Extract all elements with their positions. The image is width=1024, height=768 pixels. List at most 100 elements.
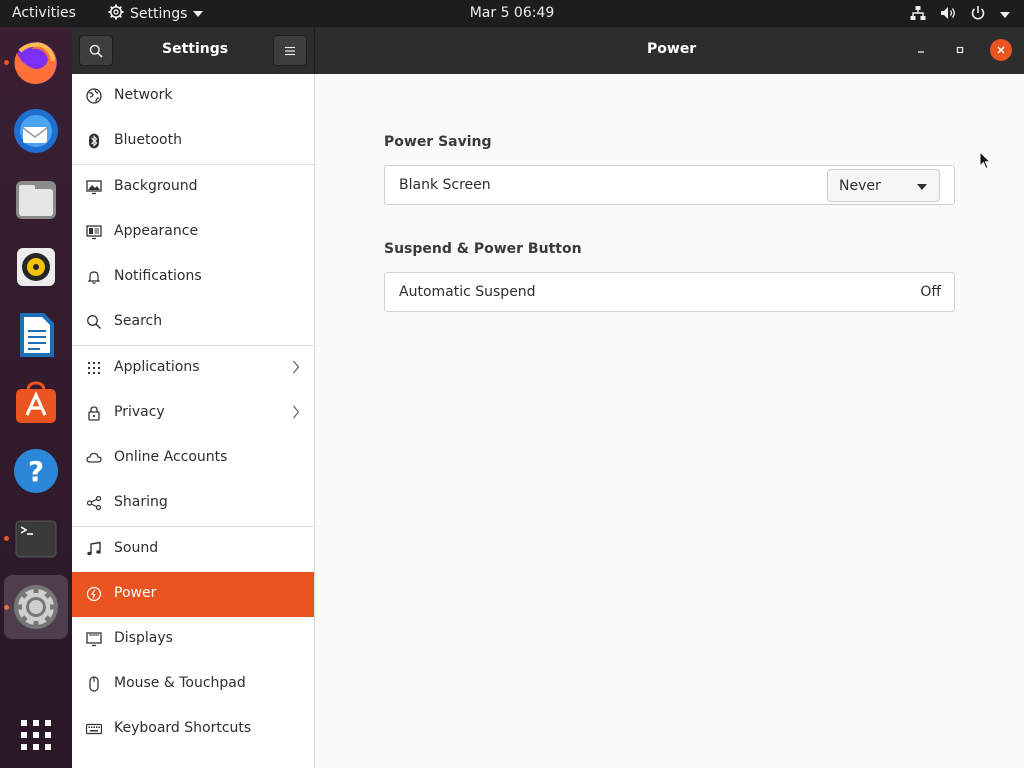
section-title-power-saving: Power Saving [384, 134, 492, 150]
header-bar: Settings Power [72, 27, 1024, 74]
dock: ? [0, 27, 72, 768]
sidebar-item-sharing[interactable]: Sharing [72, 481, 314, 526]
chevron-right-icon [292, 404, 300, 424]
sidebar-item-label: Sound [114, 540, 159, 556]
system-tray[interactable] [910, 5, 1010, 25]
sidebar-item-bluetooth[interactable]: Bluetooth [72, 119, 314, 164]
network-icon [85, 87, 103, 105]
apps-icon [85, 359, 103, 377]
sidebar-item-background[interactable]: Background [72, 165, 314, 210]
close-button[interactable] [990, 39, 1012, 61]
sidebar-item-online-accounts[interactable]: Online Accounts [72, 436, 314, 481]
show-apps-button[interactable] [8, 707, 64, 763]
sidebar-item-keyboard-shortcuts[interactable]: Keyboard Shortcuts [72, 707, 314, 752]
sidebar-item-label: Keyboard Shortcuts [114, 720, 252, 736]
files-launcher[interactable] [8, 171, 64, 227]
terminal-launcher[interactable] [8, 511, 64, 567]
mouse-cursor-icon [979, 150, 993, 175]
page-title: Power [647, 41, 697, 57]
writer-launcher[interactable] [8, 307, 64, 363]
sidebar-item-notifications[interactable]: Notifications [72, 255, 314, 300]
minimize-icon [918, 51, 924, 53]
sidebar-item-label: Background [114, 178, 198, 194]
chevron-right-icon [292, 359, 300, 379]
sidebar-item-applications[interactable]: Applications [72, 346, 314, 391]
top-bar: Activities Settings Mar 5 06:49 [0, 0, 1024, 27]
help-launcher[interactable]: ? [8, 443, 64, 499]
automatic-suspend-value: Off [920, 284, 941, 300]
menu-button[interactable] [273, 35, 307, 66]
search-icon [89, 44, 103, 58]
sidebar-item-label: Bluetooth [114, 132, 182, 148]
sidebar-item-label: Privacy [114, 404, 165, 420]
power-icon [85, 585, 103, 603]
keyboard-icon [85, 720, 103, 738]
automatic-suspend-row[interactable]: Automatic Suspend Off [384, 272, 955, 312]
bluetooth-icon [85, 132, 103, 150]
chevron-down-icon [917, 184, 927, 190]
display-icon [85, 630, 103, 648]
rhythmbox-icon [17, 248, 55, 286]
minimize-button[interactable] [910, 39, 932, 61]
blank-screen-label: Blank Screen [399, 177, 491, 193]
sidebar-item-search[interactable]: Search [72, 300, 314, 345]
sidebar-item-label: Search [114, 313, 163, 329]
cloud-icon [85, 449, 103, 467]
software-launcher[interactable] [8, 375, 64, 431]
sidebar-item-label: Mouse & Touchpad [114, 675, 246, 691]
sidebar-item-mouse-touchpad[interactable]: Mouse & Touchpad [72, 662, 314, 707]
sidebar-item-label: Online Accounts [114, 449, 228, 465]
blank-screen-row: Blank Screen Never [384, 165, 955, 205]
sidebar-item-label: Power [114, 585, 157, 601]
settings-launcher[interactable] [4, 575, 68, 639]
help-icon: ? [14, 449, 58, 493]
sidebar-item-appearance[interactable]: Appearance [72, 210, 314, 255]
mouse-icon [85, 675, 103, 693]
sidebar-item-sound[interactable]: Sound [72, 527, 314, 572]
activities-button[interactable]: Activities [12, 5, 76, 21]
blank-screen-dropdown[interactable]: Never [827, 169, 940, 202]
app-menu[interactable]: Settings [108, 4, 204, 24]
clock[interactable]: Mar 5 06:49 [470, 5, 555, 21]
thunderbird-launcher[interactable] [8, 103, 64, 159]
sidebar-header: Settings [72, 27, 315, 74]
maximize-button[interactable] [949, 39, 971, 61]
firefox-launcher[interactable] [8, 35, 64, 91]
app-menu-label: Settings [130, 6, 188, 22]
chevron-down-icon [193, 6, 204, 22]
settings-icon [14, 585, 58, 629]
settings-sidebar: Network Bluetooth Background Appearance … [72, 74, 315, 768]
rhythmbox-launcher[interactable] [8, 239, 64, 295]
software-icon [16, 381, 56, 423]
sidebar-item-label: Applications [114, 359, 200, 375]
search-button[interactable] [79, 35, 113, 66]
gear-icon [108, 4, 124, 24]
sidebar-item-label: Displays [114, 630, 173, 646]
bell-icon [85, 268, 103, 286]
sidebar-title: Settings [162, 41, 229, 57]
lock-icon [85, 404, 103, 422]
background-icon [85, 178, 103, 196]
hamburger-icon [285, 46, 295, 55]
settings-window: Settings Power Network Bluetooth Backgro… [72, 27, 1024, 768]
sidebar-item-network[interactable]: Network [72, 74, 314, 119]
sidebar-item-label: Network [114, 87, 173, 103]
share-icon [85, 494, 103, 512]
automatic-suspend-label: Automatic Suspend [399, 284, 536, 300]
sidebar-item-power[interactable]: Power [72, 572, 314, 617]
writer-icon [20, 313, 54, 357]
sidebar-item-label: Appearance [114, 223, 199, 239]
section-title-suspend: Suspend & Power Button [384, 241, 582, 257]
sidebar-item-displays[interactable]: Displays [72, 617, 314, 662]
appearance-icon [85, 223, 103, 241]
files-icon [16, 181, 56, 219]
volume-icon[interactable] [940, 5, 956, 25]
app-grid-icon [21, 720, 51, 750]
power-menu-icon[interactable] [970, 5, 986, 25]
maximize-icon [956, 46, 964, 54]
chevron-down-icon[interactable] [1000, 7, 1010, 23]
network-wired-icon[interactable] [910, 5, 926, 25]
sidebar-item-privacy[interactable]: Privacy [72, 391, 314, 436]
terminal-icon [15, 520, 57, 558]
svg-text:?: ? [28, 455, 44, 488]
